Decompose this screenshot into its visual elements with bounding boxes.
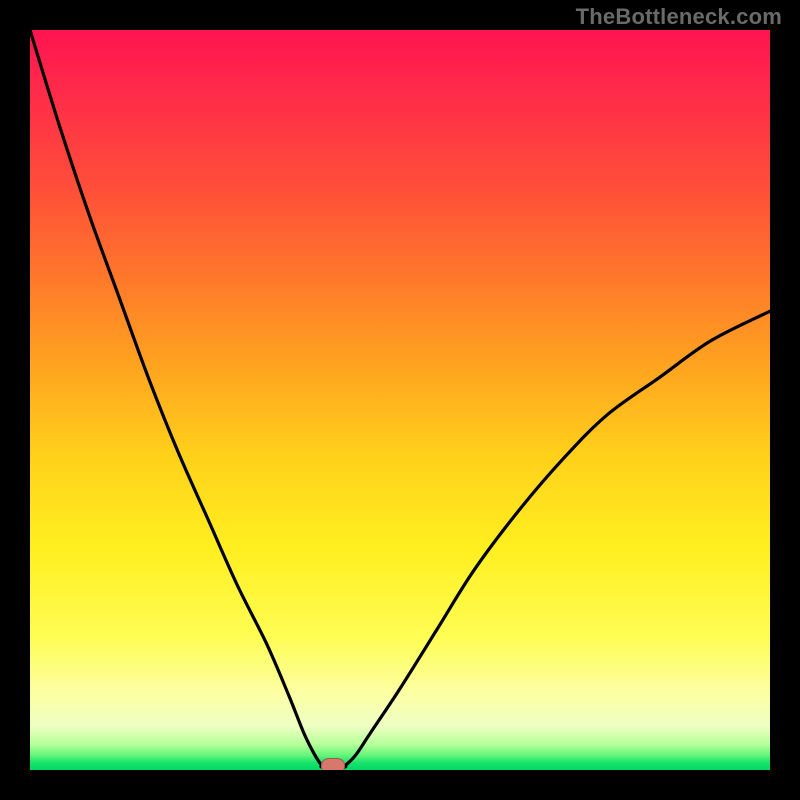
optimum-marker <box>321 758 345 770</box>
watermark-text: TheBottleneck.com <box>576 4 782 30</box>
plot-area <box>30 30 770 770</box>
curve-path <box>30 30 770 767</box>
bottleneck-curve <box>30 30 770 770</box>
chart-frame: TheBottleneck.com <box>0 0 800 800</box>
